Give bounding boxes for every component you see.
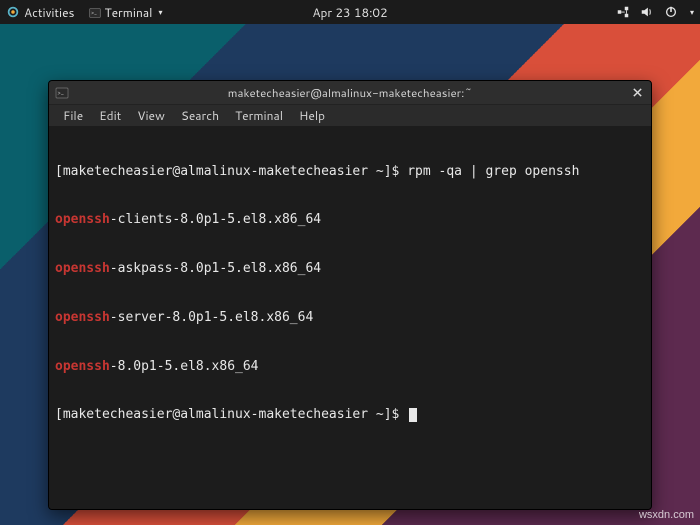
top-bar-left: Activities >_ Terminal ▾ xyxy=(6,4,162,21)
chevron-down-icon: ▾ xyxy=(158,6,162,18)
volume-icon[interactable] xyxy=(640,5,654,19)
terminal-line: [maketecheasier@almalinux-maketecheasier… xyxy=(55,164,645,180)
cursor xyxy=(409,408,417,422)
terminal-app-icon: >_ xyxy=(89,6,101,18)
grep-match: openssh xyxy=(55,212,110,227)
app-menu[interactable]: >_ Terminal ▾ xyxy=(89,4,163,21)
output-text: -8.0p1-5.el8.x86_64 xyxy=(110,359,259,374)
menu-file[interactable]: File xyxy=(55,107,91,124)
terminal-output-line: openssh-server-8.0p1-5.el8.x86_64 xyxy=(55,310,645,326)
output-text: -askpass-8.0p1-5.el8.x86_64 xyxy=(110,261,321,276)
terminal-window: >_ maketecheasier@almalinux-maketecheasi… xyxy=(48,80,652,510)
close-icon xyxy=(632,87,643,98)
menu-help[interactable]: Help xyxy=(291,107,333,124)
top-bar: Activities >_ Terminal ▾ Apr 23 18:02 ▾ xyxy=(0,0,700,24)
terminal-output-line: openssh-clients-8.0p1-5.el8.x86_64 xyxy=(55,212,645,228)
output-text: -clients-8.0p1-5.el8.x86_64 xyxy=(110,212,321,227)
menu-search[interactable]: Search xyxy=(173,107,227,124)
menu-view[interactable]: View xyxy=(129,107,173,124)
terminal-output-line: openssh-askpass-8.0p1-5.el8.x86_64 xyxy=(55,261,645,277)
close-button[interactable] xyxy=(627,84,647,102)
svg-text:>_: >_ xyxy=(91,9,97,17)
menu-terminal[interactable]: Terminal xyxy=(227,107,291,124)
top-bar-right: ▾ xyxy=(616,5,694,19)
window-title: maketecheasier@almalinux-maketecheasier:… xyxy=(228,84,472,101)
system-menu-chevron-icon[interactable]: ▾ xyxy=(690,6,694,18)
app-menu-label: Terminal xyxy=(105,4,153,21)
terminal-body[interactable]: [maketecheasier@almalinux-maketecheasier… xyxy=(49,127,651,509)
activities-label: Activities xyxy=(24,4,75,21)
grep-match: openssh xyxy=(55,310,110,325)
svg-text:>_: >_ xyxy=(58,88,65,97)
network-icon[interactable] xyxy=(616,5,630,19)
clock[interactable]: Apr 23 18:02 xyxy=(312,4,387,21)
window-menu-icon[interactable]: >_ xyxy=(55,86,69,100)
terminal-line: [maketecheasier@almalinux-maketecheasier… xyxy=(55,407,645,423)
power-icon[interactable] xyxy=(664,5,678,19)
watermark: wsxdn.com xyxy=(639,509,694,521)
grep-match: openssh xyxy=(55,261,110,276)
grep-match: openssh xyxy=(55,359,110,374)
menubar: File Edit View Search Terminal Help xyxy=(49,105,651,127)
command-text: rpm -qa | grep openssh xyxy=(407,164,579,179)
prompt: [maketecheasier@almalinux-maketecheasier… xyxy=(55,164,407,179)
activities-icon xyxy=(6,5,20,19)
window-titlebar[interactable]: >_ maketecheasier@almalinux-maketecheasi… xyxy=(49,81,651,105)
activities-button[interactable]: Activities xyxy=(6,4,75,21)
output-text: -server-8.0p1-5.el8.x86_64 xyxy=(110,310,314,325)
prompt: [maketecheasier@almalinux-maketecheasier… xyxy=(55,407,407,422)
terminal-output-line: openssh-8.0p1-5.el8.x86_64 xyxy=(55,359,645,375)
menu-edit[interactable]: Edit xyxy=(91,107,129,124)
